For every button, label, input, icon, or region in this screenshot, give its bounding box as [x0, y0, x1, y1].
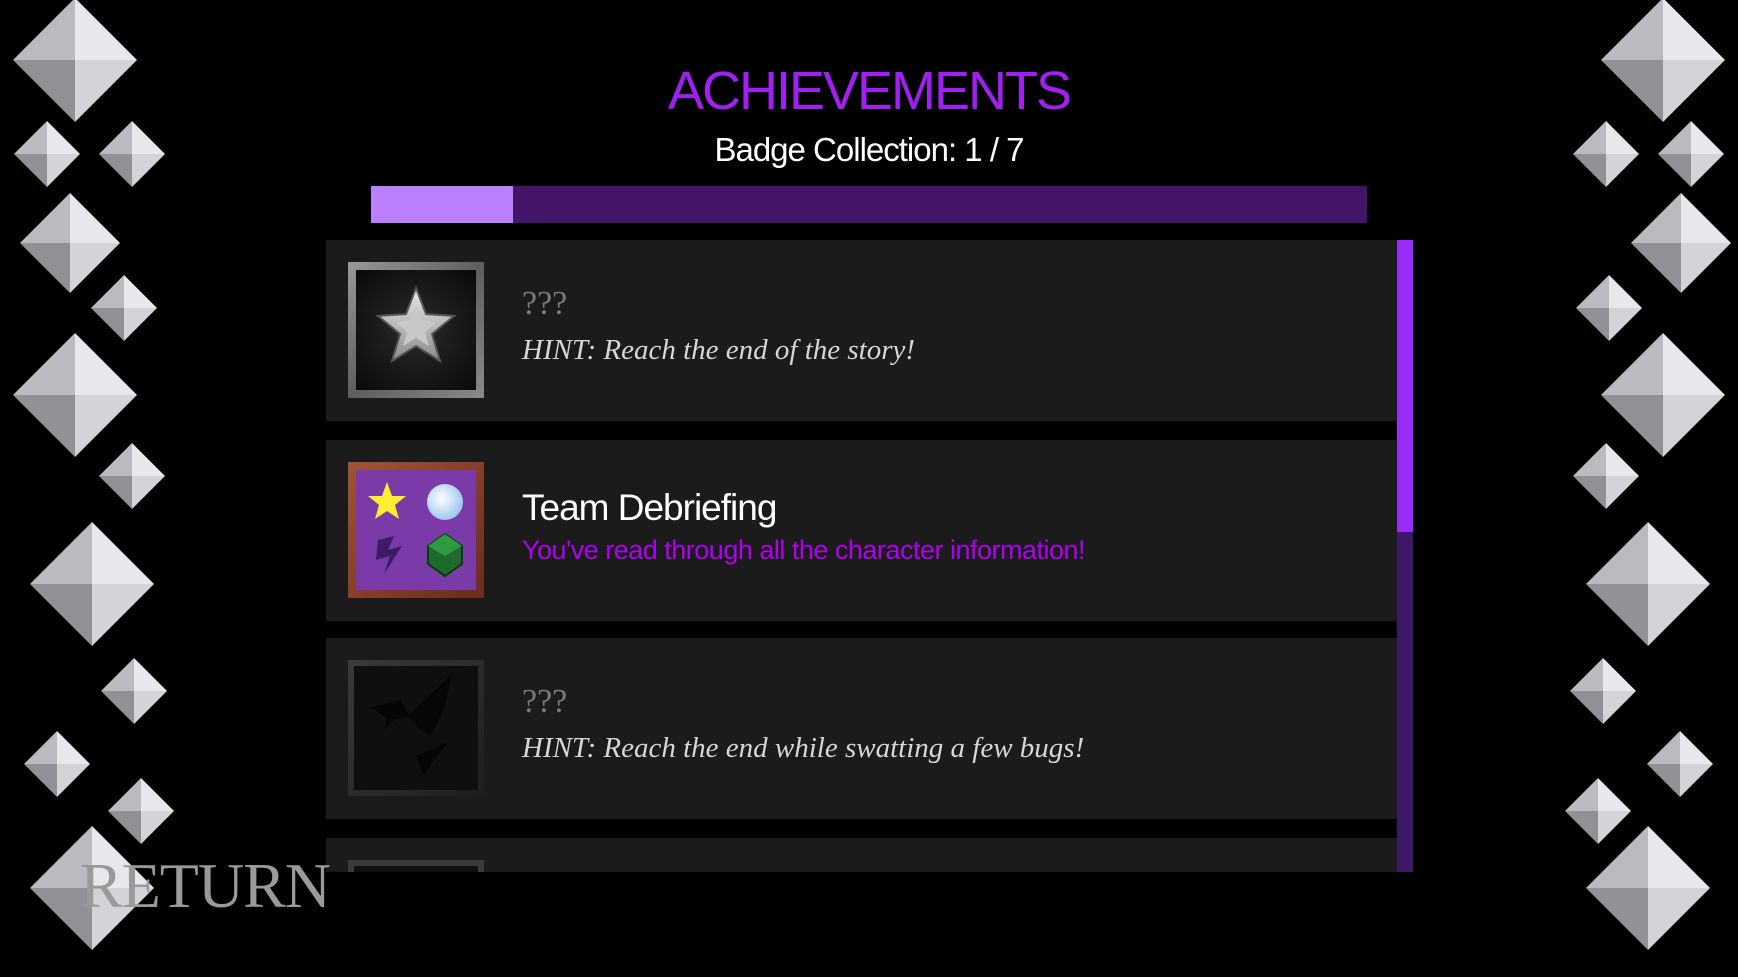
- scrollbar-thumb[interactable]: [1397, 240, 1413, 532]
- diamond-decoration: [1601, 333, 1725, 457]
- achievement-description: HINT: Reach the end of the story!: [522, 334, 916, 366]
- diamond-decoration: [1586, 522, 1710, 646]
- diamond-decoration: [99, 443, 165, 509]
- diamond-decoration: [1576, 275, 1642, 341]
- diamond-decoration: [1573, 443, 1639, 509]
- diamond-decoration: [1586, 826, 1710, 950]
- page-title: ACHIEVEMENTS: [667, 61, 1072, 121]
- diamond-decoration: [1631, 193, 1731, 293]
- achievement-title: ???: [522, 285, 568, 322]
- silver-star-icon: [348, 262, 484, 398]
- achievement-description: HINT: Reach the end while swatting a few…: [522, 732, 1085, 764]
- achievements-screen: ACHIEVEMENTS Badge Collection: 1 / 7 ???…: [0, 0, 1738, 977]
- achievement-title: ???: [522, 683, 568, 720]
- achievement-card-team-debriefing[interactable]: Team Debriefing You've read through all …: [326, 440, 1397, 621]
- badge-progress-fill: [371, 186, 514, 223]
- broken-shards-icon: [348, 660, 484, 796]
- achievement-description: You've read through all the character in…: [522, 535, 1086, 565]
- diamond-decoration: [1570, 658, 1636, 724]
- diamond-decoration: [13, 333, 137, 457]
- achievement-title: Team Debriefing: [522, 487, 777, 528]
- badge-collection-count: Badge Collection: 1 / 7: [714, 131, 1024, 168]
- locked-badge-icon: [348, 860, 484, 872]
- team-emblems-icon: [348, 462, 484, 598]
- achievement-list[interactable]: ??? HINT: Reach the end of the story! Te…: [326, 240, 1397, 872]
- diamond-decoration: [1647, 731, 1713, 797]
- diamond-decoration: [24, 731, 90, 797]
- diamond-decoration: [101, 658, 167, 724]
- achievement-list-scrollbar[interactable]: [1397, 240, 1413, 872]
- achievement-card-locked-bugs[interactable]: ??? HINT: Reach the end while swatting a…: [326, 638, 1397, 819]
- badge-progress-bar: [371, 186, 1367, 223]
- achievement-card-locked-story[interactable]: ??? HINT: Reach the end of the story!: [326, 240, 1397, 421]
- diamond-decoration: [30, 522, 154, 646]
- diamond-decoration: [91, 275, 157, 341]
- achievement-card-locked[interactable]: [326, 838, 1397, 872]
- return-button[interactable]: RETURN: [80, 850, 331, 922]
